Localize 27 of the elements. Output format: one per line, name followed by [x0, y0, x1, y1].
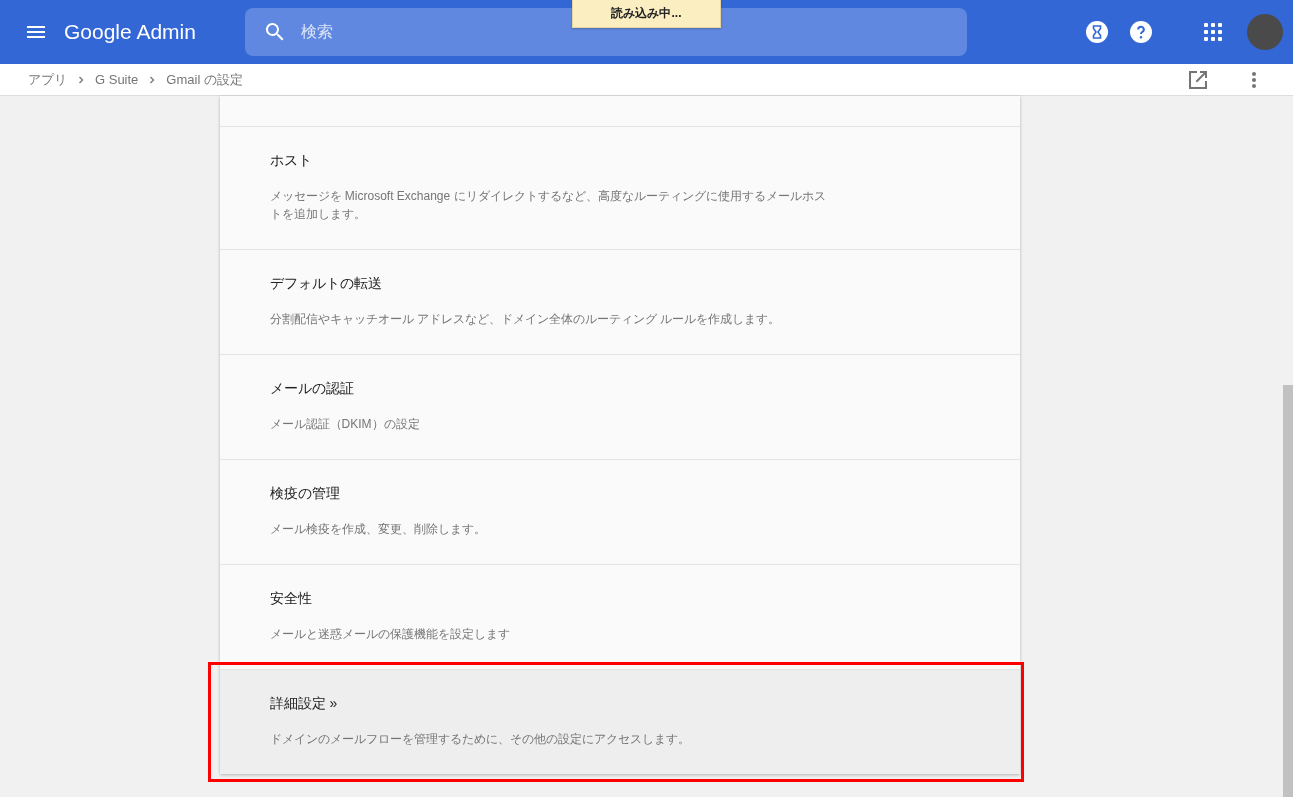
hourglass-icon[interactable] [1085, 20, 1109, 44]
setting-description: メールと迷惑メールの保護機能を設定します [269, 626, 511, 643]
setting-description: メール検疫を作成、変更、削除します。 [269, 521, 487, 538]
settings-item[interactable]: 詳細設定 » ドメインのメールフローを管理するために、その他の設定にアクセスします。 [219, 670, 1020, 774]
breadcrumb-link[interactable]: アプリ [28, 70, 67, 89]
loading-toast: 読み込み中... [572, 0, 721, 28]
settings-item[interactable]: ホスト メッセージを Microsoft Exchange にリダイレクトするなど、高度なルーティングに使用するメールホストを追加します。 [219, 127, 1020, 250]
help-icon[interactable] [1129, 20, 1153, 44]
open-external-icon[interactable] [1187, 68, 1209, 91]
setting-title: 詳細設定 » [269, 695, 338, 713]
breadcrumb-link[interactable]: G Suite [95, 72, 139, 87]
setting-description: ドメインのメールフローを管理するために、その他の設定にアクセスします。 [269, 731, 691, 748]
settings-item[interactable]: 検疫の管理 メール検疫を作成、変更、削除します。 [219, 460, 1020, 565]
setting-title: 安全性 [269, 590, 312, 608]
setting-description: メール認証（DKIM）の設定 [269, 416, 421, 433]
setting-title: デフォルトの転送 [269, 275, 382, 293]
setting-title: メールの認証 [269, 380, 354, 398]
setting-description: 分割配信やキャッチオール アドレスなど、ドメイン全体のルーティング ルールを作成します。 [269, 311, 782, 328]
product-name[interactable]: Google Admin [64, 20, 245, 44]
breadcrumb-link[interactable]: Gmail の設定 [166, 70, 243, 89]
settings-item[interactable]: メールの認証 メール認証（DKIM）の設定 [219, 355, 1020, 460]
settings-item[interactable]: デフォルトの転送 分割配信やキャッチオール アドレスなど、ドメイン全体のルーティング ルールを作成します。 [219, 250, 1020, 355]
setting-title: ホスト [269, 152, 312, 170]
scrollbar-thumb[interactable] [1283, 385, 1293, 797]
apps-grid-icon[interactable] [1201, 20, 1225, 44]
setting-title: 検疫の管理 [269, 485, 340, 503]
setting-description: メッセージを Microsoft Exchange にリダイレクトするなど、高度なルーティングに使用するメールホストを追加します。 [269, 188, 827, 223]
